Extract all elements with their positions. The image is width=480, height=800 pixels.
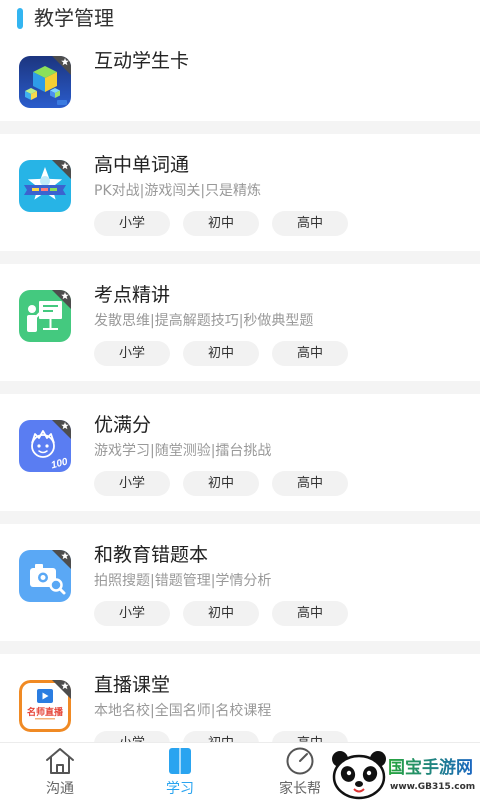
grade-tags: 小学 初中 高中 xyxy=(94,341,361,366)
site-watermark: 国宝手游网 www.GB315.com xyxy=(330,748,480,800)
nav-label: 学习 xyxy=(166,781,194,797)
app-title: 优满分 xyxy=(94,414,152,436)
tag-senior[interactable]: 高中 xyxy=(272,211,348,236)
app-subtitle: 本地名校|全国名师|名校课程 xyxy=(94,703,272,719)
tag-junior[interactable]: 初中 xyxy=(183,471,259,496)
tag-senior[interactable]: 高中 xyxy=(272,471,348,496)
grade-tags: 小学 初中 高中 xyxy=(94,601,361,626)
app-card-word[interactable]: 高中单词通 PK对战|游戏闯关|只是精炼 小学 初中 高中 xyxy=(0,134,480,251)
live-class-icon: 名师直播 xyxy=(19,680,71,732)
watermark-url: www.GB315.com xyxy=(390,782,476,792)
home-icon xyxy=(44,746,76,776)
tag-junior[interactable]: 初中 xyxy=(183,341,259,366)
app-subtitle: PK对战|游戏闯关|只是精炼 xyxy=(94,183,262,199)
tag-junior[interactable]: 初中 xyxy=(183,211,259,236)
tag-primary[interactable]: 小学 xyxy=(94,471,170,496)
nav-item-communicate[interactable]: 沟通 xyxy=(0,743,120,800)
watermark-name: 国宝手游网 xyxy=(388,758,473,778)
grade-tags: 小学 初中 高中 xyxy=(94,211,361,236)
section-title: 教学管理 xyxy=(34,6,114,30)
section-accent-bar xyxy=(17,8,23,29)
teacher-board-icon xyxy=(19,290,71,342)
screen: 教学管理 互动学生卡 高中单词通 PK对战|游戏闯关|只是精炼 小学 初中 高中… xyxy=(0,0,480,800)
nav-item-study[interactable]: 学习 xyxy=(120,743,240,800)
app-subtitle: 游戏学习|随堂测验|擂台挑战 xyxy=(94,443,272,459)
word-star-icon xyxy=(19,160,71,212)
cartoon-face-icon: 100 xyxy=(19,420,71,472)
grade-tags: 小学 初中 高中 xyxy=(94,471,361,496)
app-subtitle: 拍照搜题|错题管理|学情分析 xyxy=(94,573,272,589)
app-card-exam-points[interactable]: 考点精讲 发散思维|提高解题技巧|秒做典型题 小学 初中 高中 xyxy=(0,264,480,381)
live-icon-text: 名师直播 xyxy=(27,706,64,718)
tag-primary[interactable]: 小学 xyxy=(94,601,170,626)
book-icon xyxy=(164,746,196,776)
tag-primary[interactable]: 小学 xyxy=(94,341,170,366)
student-card-icon xyxy=(19,56,71,108)
app-card-full-score[interactable]: 100 优满分 游戏学习|随堂测验|擂台挑战 小学 初中 高中 xyxy=(0,394,480,511)
app-title: 考点精讲 xyxy=(94,284,171,306)
app-title: 高中单词通 xyxy=(94,154,190,176)
app-card-student-card[interactable]: 互动学生卡 xyxy=(0,30,480,121)
app-subtitle: 发散思维|提高解题技巧|秒做典型题 xyxy=(94,313,314,329)
tag-primary[interactable]: 小学 xyxy=(94,211,170,236)
nav-label: 沟通 xyxy=(46,781,74,797)
tag-junior[interactable]: 初中 xyxy=(183,601,259,626)
panda-logo-icon xyxy=(330,748,388,800)
tag-senior[interactable]: 高中 xyxy=(272,601,348,626)
compass-icon xyxy=(284,746,316,776)
section-header: 教学管理 xyxy=(0,0,480,30)
camera-search-icon xyxy=(19,550,71,602)
app-title: 直播课堂 xyxy=(94,674,171,696)
app-title: 和教育错题本 xyxy=(94,544,209,566)
app-title: 互动学生卡 xyxy=(94,50,190,72)
tag-senior[interactable]: 高中 xyxy=(272,341,348,366)
app-card-mistake-book[interactable]: 和教育错题本 拍照搜题|错题管理|学情分析 小学 初中 高中 xyxy=(0,524,480,641)
